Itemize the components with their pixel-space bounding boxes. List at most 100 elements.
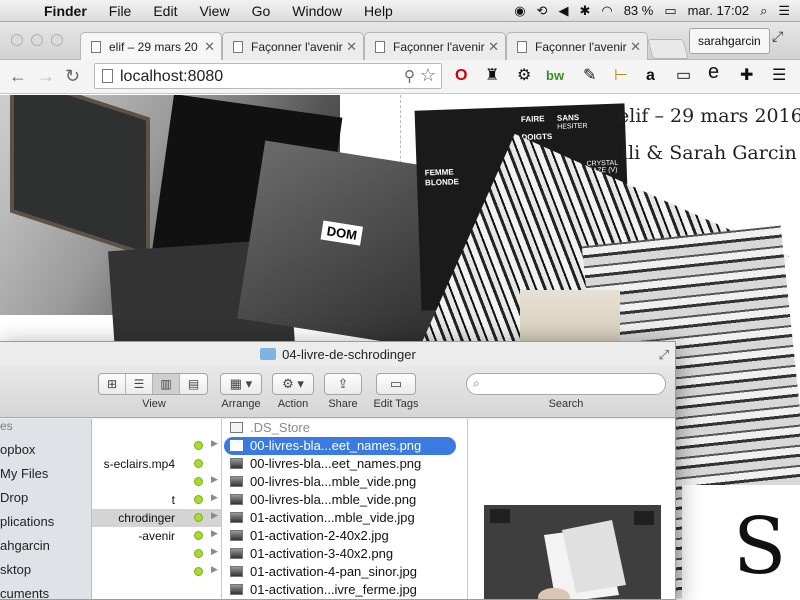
cast-icon[interactable]: ▭ xyxy=(676,67,691,85)
sidebar-item-dropbox[interactable]: opbox xyxy=(0,442,35,457)
evernote-extension-icon[interactable]: ♜ xyxy=(485,67,499,85)
finder-window: 04-livre-de-schrodinger ⤢ ⊞ ☰ ▥ ▤ View ▦… xyxy=(0,341,676,600)
back-icon[interactable]: ← xyxy=(9,66,27,87)
cover-flow-button[interactable]: ▤ xyxy=(180,374,207,394)
card-text: FAIRE xyxy=(520,114,545,125)
edit-tags-button[interactable]: ▭ xyxy=(376,373,416,395)
file-row[interactable]: 01-activation-3-40x2.png xyxy=(224,545,456,563)
chrome-menu-icon[interactable]: ☰ xyxy=(772,67,786,85)
search-field[interactable]: ⌕ xyxy=(466,373,666,395)
volume-icon[interactable]: ◀ xyxy=(558,3,568,19)
amazon-extension-icon[interactable]: a xyxy=(646,67,655,85)
close-tab-icon[interactable]: ✕ xyxy=(488,39,499,55)
sidebar-item-desktop[interactable]: sktop xyxy=(0,562,31,577)
zoom-window-button[interactable] xyxy=(51,34,63,46)
column-view-button[interactable]: ▥ xyxy=(153,374,180,394)
minimize-window-button[interactable] xyxy=(31,34,43,46)
file-row[interactable]: 00-livres-bla...mble_vide.png xyxy=(224,491,456,509)
arrange-button[interactable]: ▦ ▾ xyxy=(220,373,262,395)
reload-icon[interactable]: ↻ xyxy=(65,66,80,87)
fullscreen-icon[interactable]: ⤢ xyxy=(659,347,669,363)
ruler-extension-icon[interactable]: ⊢ xyxy=(614,67,628,85)
file-row[interactable]: 01-activation-2-40x2.jpg xyxy=(224,527,456,545)
sidebar-item-all-my-files[interactable]: My Files xyxy=(0,466,48,481)
file-name: 00-livres-bla...mble_vide.png xyxy=(250,474,417,489)
document-icon xyxy=(230,422,243,433)
wifi-icon[interactable]: ◠ xyxy=(601,3,612,19)
clock[interactable]: mar. 17:02 xyxy=(688,3,749,18)
browser-tab[interactable]: Façonner l'avenir ✕ xyxy=(364,32,506,60)
time-machine-icon[interactable]: ⟲ xyxy=(537,3,548,19)
settings-extension-icon[interactable]: ⚙ xyxy=(517,67,531,85)
browser-tab[interactable]: Façonner l'avenir ✕ xyxy=(222,32,364,60)
battery-icon[interactable]: ▭ xyxy=(664,3,676,19)
list-item-selected[interactable]: chrodinger ▶ xyxy=(92,509,221,527)
list-item[interactable]: -avenir ▶ xyxy=(92,527,221,545)
address-bar[interactable]: localhost:8080 ⚲ ☆ xyxy=(94,63,442,89)
sidebar-item-airdrop[interactable]: Drop xyxy=(0,490,28,505)
menu-go[interactable]: Go xyxy=(241,3,282,19)
bluetooth-icon[interactable]: ✱ xyxy=(579,3,590,19)
notification-center-icon[interactable]: ☰ xyxy=(778,3,790,19)
menu-view[interactable]: View xyxy=(188,3,240,19)
sidebar-item-applications[interactable]: plications xyxy=(0,514,54,529)
icon-view-button[interactable]: ⊞ xyxy=(99,374,126,394)
file-row[interactable]: 01-activation...mble_vide.jpg xyxy=(224,509,456,527)
page-info-icon[interactable] xyxy=(102,69,113,83)
spotlight-icon[interactable]: ⌕ xyxy=(760,3,767,19)
e-extension-icon[interactable]: e xyxy=(708,62,719,82)
status-area: ◉ ⟲ ◀ ✱ ◠ 83 % ▭ mar. 17:02 ⌕ ☰ xyxy=(514,3,800,19)
share-button[interactable]: ⇪ xyxy=(324,373,362,395)
sidebar-item-documents[interactable]: cuments xyxy=(0,586,49,599)
list-item[interactable]: t ▶ xyxy=(92,491,221,509)
url-text[interactable]: localhost:8080 xyxy=(120,68,223,86)
battery-percent[interactable]: 83 % xyxy=(624,3,654,18)
zoom-icon[interactable]: ⚲ xyxy=(404,67,415,85)
eyedropper-extension-icon[interactable]: ✎ xyxy=(583,67,596,85)
menu-finder[interactable]: Finder xyxy=(40,3,98,19)
preview-thumbnail[interactable] xyxy=(484,505,661,600)
fullscreen-icon[interactable]: ⤢ xyxy=(772,28,783,45)
list-item[interactable]: ▶ xyxy=(92,563,221,581)
disclosure-arrow-icon: ▶ xyxy=(211,474,218,484)
action-button[interactable]: ⚙ ▾ xyxy=(272,373,314,395)
list-item[interactable]: ▶ xyxy=(92,437,221,455)
list-item[interactable]: ▶ xyxy=(92,545,221,563)
close-tab-icon[interactable]: ✕ xyxy=(204,39,215,55)
close-tab-icon[interactable]: ✕ xyxy=(346,39,357,55)
page-title: elif – 29 mars 2016 xyxy=(618,105,800,127)
file-row[interactable]: .DS_Store xyxy=(224,419,456,437)
browser-tab[interactable]: Façonner l'avenir ✕ xyxy=(506,32,648,60)
forward-icon[interactable]: → xyxy=(37,66,55,87)
file-row-selected[interactable]: 00-livres-bla...eet_names.png xyxy=(224,437,456,455)
menu-file[interactable]: File xyxy=(98,3,143,19)
list-view-button[interactable]: ☰ xyxy=(126,374,153,394)
opera-extension-icon[interactable]: O xyxy=(455,67,467,85)
puzzle-extension-icon[interactable]: ✚ xyxy=(740,67,753,85)
finder-titlebar: 04-livre-de-schrodinger xyxy=(0,342,675,366)
file-row[interactable]: 00-livres-bla...mble_vide.png xyxy=(224,473,456,491)
sidebar-item-home[interactable]: ahgarcin xyxy=(0,538,50,553)
file-row[interactable]: 00-livres-bla...eet_names.png xyxy=(224,455,456,473)
browser-tab[interactable]: elif – 29 mars 20 ✕ xyxy=(80,32,222,60)
close-tab-icon[interactable]: ✕ xyxy=(630,39,641,55)
menu-help[interactable]: Help xyxy=(353,3,404,19)
file-row[interactable]: 01-activation-4-pan_sinor.jpg xyxy=(224,563,456,581)
bookmark-star-icon[interactable]: ☆ xyxy=(420,65,436,86)
list-item[interactable]: s-eclairs.mp4 xyxy=(92,455,221,473)
menu-window[interactable]: Window xyxy=(281,3,353,19)
new-tab-button[interactable] xyxy=(647,39,689,59)
close-window-button[interactable] xyxy=(11,34,23,46)
list-item[interactable] xyxy=(92,419,221,437)
tab-title: Façonner l'avenir xyxy=(535,40,627,54)
menu-edit[interactable]: Edit xyxy=(142,3,188,19)
dashlane-icon[interactable]: ◉ xyxy=(514,3,525,19)
file-row[interactable]: 01-activation...ivre_ferme.jpg xyxy=(224,581,456,599)
profile-button[interactable]: sarahgarcin xyxy=(689,28,770,54)
bw-extension-icon[interactable]: bw xyxy=(546,67,564,85)
list-item[interactable]: ▶ xyxy=(92,473,221,491)
disclosure-arrow-icon: ▶ xyxy=(211,528,218,538)
file-name: 01-activation...mble_vide.jpg xyxy=(250,510,415,525)
search-input[interactable] xyxy=(489,376,659,392)
disclosure-arrow-icon: ▶ xyxy=(211,546,218,556)
